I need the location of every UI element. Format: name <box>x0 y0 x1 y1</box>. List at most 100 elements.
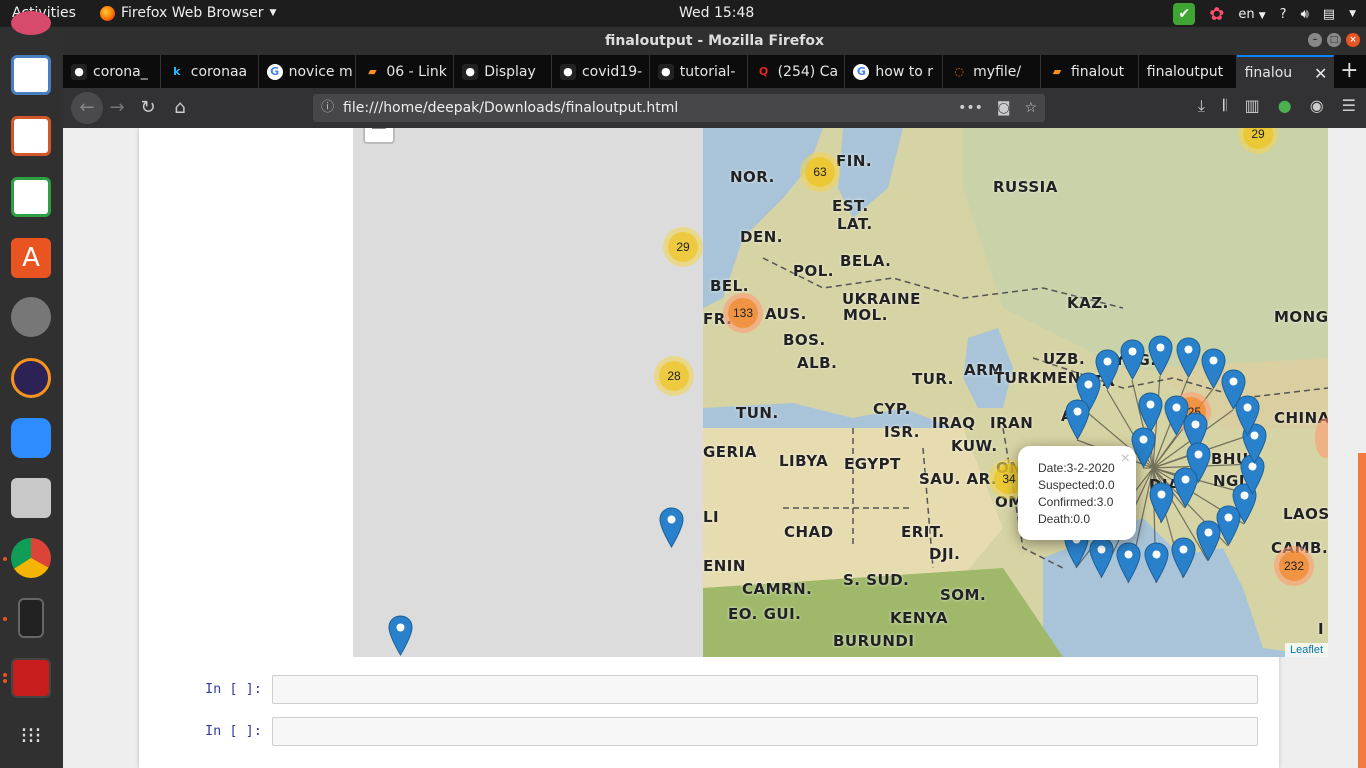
help-icon[interactable]: ? <box>1280 7 1287 22</box>
tab-label: covid19- <box>581 63 643 80</box>
map-marker-pin[interactable] <box>1120 339 1145 380</box>
tab[interactable]: finaloutput <box>1139 55 1237 88</box>
usb-drive-icon[interactable] <box>18 598 44 638</box>
tab-label: corona_ <box>93 63 148 80</box>
tab[interactable]: k coronaa <box>161 55 259 88</box>
cell-prompt: In [ ]: <box>205 723 262 739</box>
eclipse-icon[interactable] <box>11 358 51 398</box>
clock[interactable]: Wed 15:48 <box>679 5 754 21</box>
extension-icon[interactable]: ● <box>1278 96 1292 116</box>
impress-icon[interactable] <box>11 116 51 156</box>
clipboard-icon[interactable]: ▤ <box>1323 7 1335 22</box>
marker-cluster[interactable]: 28 <box>654 356 694 396</box>
bookmark-star-icon[interactable]: ☆ <box>1024 94 1037 122</box>
volume-icon[interactable]: 🔊︎ <box>1301 7 1309 22</box>
new-tab-icon[interactable]: + <box>1334 55 1364 88</box>
tab-active[interactable]: finalou ✕ <box>1236 55 1335 88</box>
tab[interactable]: ▰ finalout <box>1041 55 1139 88</box>
tab[interactable]: Ghow to r <box>845 55 944 88</box>
map-marker-pin[interactable] <box>1144 542 1169 583</box>
close-icon[interactable]: × <box>1346 33 1360 47</box>
show-apps-icon[interactable]: ⁝⁝⁝ <box>11 718 51 758</box>
app-menu[interactable]: Firefox Web Browser ▼ <box>100 5 276 21</box>
github-icon: ● <box>71 63 87 80</box>
language-indicator[interactable]: en ▼ <box>1238 7 1265 22</box>
map-marker-pin[interactable] <box>388 615 413 656</box>
marker-popup[interactable]: × Date:3-2-2020 Suspected:0.0 Confirmed:… <box>1018 446 1136 555</box>
marker-cluster[interactable]: 133 <box>723 293 763 333</box>
maximize-icon[interactable]: □ <box>1327 33 1341 47</box>
map-marker-pin[interactable] <box>1201 348 1226 389</box>
app-name: Firefox Web Browser <box>121 5 264 21</box>
reload-icon[interactable]: ↻ <box>136 96 160 120</box>
chevron-down-icon: ▼ <box>1258 10 1266 21</box>
marker-cluster[interactable]: 232 <box>1274 546 1314 586</box>
checkmark-icon[interactable]: ✔ <box>1173 3 1196 25</box>
software-center-icon[interactable]: A <box>11 238 51 278</box>
map-marker-pin[interactable] <box>1176 337 1201 378</box>
github-icon: ● <box>559 63 576 80</box>
tab[interactable]: ◌ myfile/ <box>943 55 1041 88</box>
leaflet-attribution[interactable]: Leaflet <box>1284 643 1328 657</box>
tab[interactable]: ▰ 06 - Link <box>356 55 455 88</box>
map-marker-pin[interactable] <box>1065 399 1090 440</box>
window-controls: – □ × <box>1308 33 1360 47</box>
download-icon[interactable]: ⤓ <box>1198 96 1205 116</box>
app-window-icon[interactable] <box>11 658 51 698</box>
image-viewer-icon[interactable] <box>11 55 51 95</box>
partial-app-icon[interactable] <box>11 11 51 35</box>
map-marker-pin[interactable] <box>1089 537 1114 578</box>
marker-cluster[interactable]: 29 <box>663 227 703 267</box>
slack-icon[interactable]: ✿ <box>1209 4 1224 25</box>
url-bar[interactable]: ⓘ file:///home/deepak/Downloads/finalout… <box>313 94 1045 122</box>
kaggle-icon: k <box>173 65 181 78</box>
running-indicator <box>3 557 7 561</box>
map-marker-pin[interactable] <box>1173 467 1198 508</box>
tab-label: finalout <box>1070 63 1125 80</box>
tab-bar: ● corona_ k coronaa Gnovice m ▰ 06 - Link ●… <box>63 55 1366 88</box>
cell-input[interactable] <box>272 717 1258 746</box>
tab-label: tutorial- <box>679 63 736 80</box>
settings-icon[interactable] <box>11 297 51 337</box>
map-marker-pin[interactable] <box>1171 537 1196 578</box>
popup-close-icon[interactable]: × <box>1121 450 1130 467</box>
calc-icon[interactable] <box>11 177 51 217</box>
info-icon[interactable]: ⓘ <box>321 94 334 122</box>
cluster-count: 232 <box>1279 551 1309 581</box>
tab[interactable]: ● corona_ <box>63 55 161 88</box>
marker-cluster[interactable]: 63 <box>800 152 840 192</box>
zoom-icon[interactable] <box>11 418 51 458</box>
map-marker-pin[interactable] <box>659 507 684 548</box>
pocket-icon[interactable]: ◙ <box>997 94 1011 122</box>
tab[interactable]: Gnovice m <box>259 55 357 88</box>
chrome-icon[interactable] <box>11 538 51 578</box>
account-icon[interactable]: ◉ <box>1310 96 1324 116</box>
cluster-count: 63 <box>805 157 835 187</box>
minimize-icon[interactable]: – <box>1308 33 1322 47</box>
map-marker-pin[interactable] <box>1149 482 1174 523</box>
back-icon[interactable]: ← <box>71 92 103 124</box>
url-actions: ••• ◙ ☆ <box>958 94 1037 122</box>
library-icon[interactable]: 𝄃 <box>1223 96 1227 116</box>
tab[interactable]: ● covid19- <box>552 55 650 88</box>
menu-icon[interactable]: ☰ <box>1342 96 1356 116</box>
more-actions-icon[interactable]: ••• <box>958 94 983 122</box>
map-marker-pin[interactable] <box>1148 335 1173 376</box>
marker-cluster-partial[interactable] <box>1315 418 1328 458</box>
sidebar-icon[interactable]: ▥ <box>1245 96 1260 116</box>
map-marker-pin[interactable] <box>1116 542 1141 583</box>
tab[interactable]: Q (254) Ca <box>748 55 846 88</box>
cluster-count: 133 <box>728 298 758 328</box>
tab[interactable]: ● Display <box>454 55 552 88</box>
home-icon[interactable]: ⌂ <box>168 96 192 120</box>
cell-input[interactable] <box>272 675 1258 704</box>
files-icon[interactable] <box>11 478 51 518</box>
forward-icon[interactable]: → <box>105 96 129 120</box>
leaflet-map[interactable]: − FIN. NOR. RUSSIA EST. LAT. DEN. BELA. … <box>353 128 1328 657</box>
close-tab-icon[interactable]: ✕ <box>1314 64 1327 83</box>
running-indicator <box>3 673 7 677</box>
tab[interactable]: ● tutorial- <box>650 55 748 88</box>
scrollbar-thumb[interactable] <box>1358 453 1366 768</box>
quora-icon: Q <box>758 65 769 78</box>
chevron-down-icon[interactable]: ▼ <box>1349 9 1356 19</box>
